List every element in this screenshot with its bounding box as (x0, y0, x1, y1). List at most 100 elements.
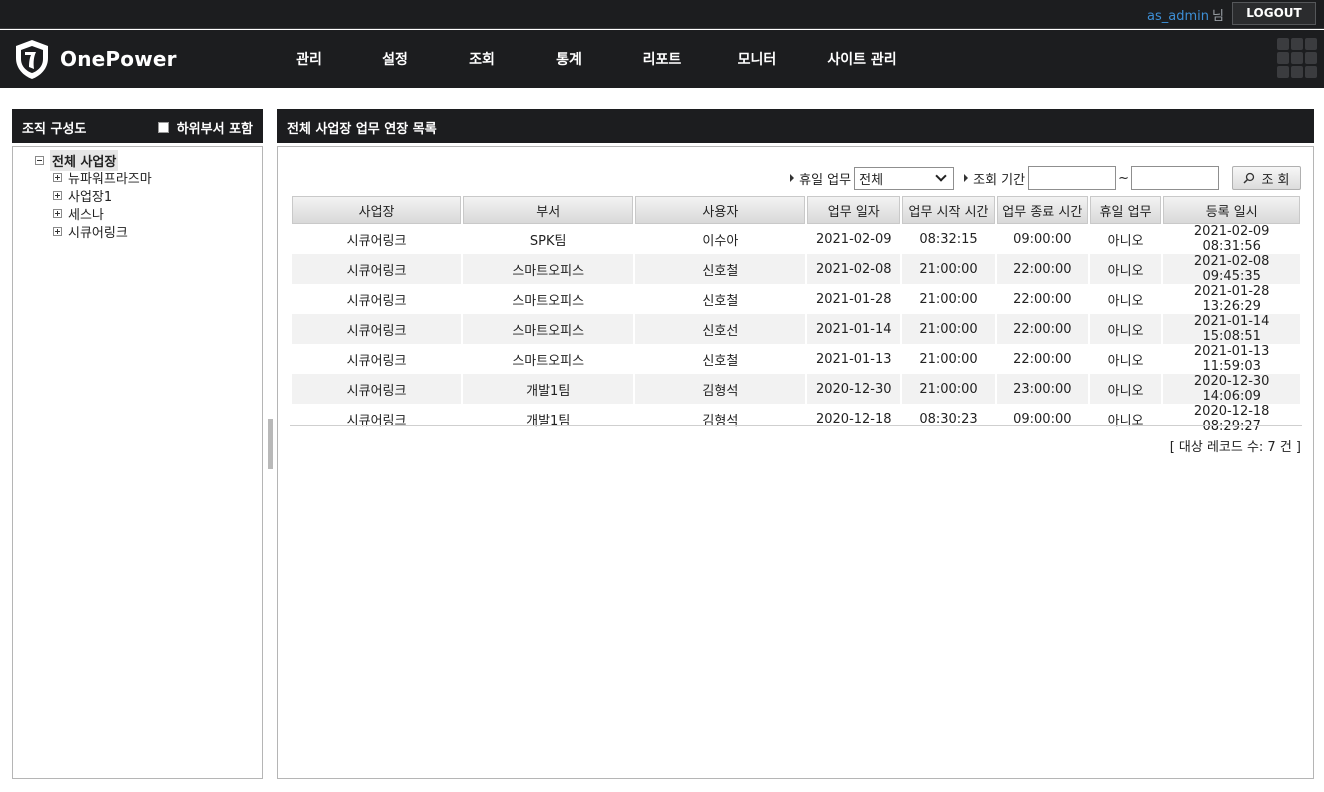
chevron-down-icon (935, 170, 947, 182)
column-header-user[interactable]: 사용자 (635, 196, 806, 224)
panel-splitter-handle[interactable] (268, 419, 273, 469)
cell-work-date: 2021-01-13 (815, 351, 892, 367)
main-nav: 관리 설정 조회 통계 리포트 모니터 사이트 관리 (270, 30, 918, 88)
cell-site: 시큐어링크 (346, 413, 407, 429)
cell-end-time: 22:00:00 (1013, 291, 1072, 307)
cell-end-time: 22:00:00 (996, 314, 1088, 344)
cell-registered: 2021-01-13 11:59:03 (1193, 344, 1270, 374)
cell-start-time: 21:00:00 (902, 314, 995, 344)
table-row[interactable]: 시큐어링크 스마트오피스 신호철 2021-01-28 21:00:00 22:… (292, 284, 1300, 314)
cell-user: 김형석 (635, 374, 806, 404)
cell-user: 신호철 (702, 293, 739, 309)
tree-node-label[interactable]: 사업장1 (68, 186, 112, 205)
column-header-registered[interactable]: 등록 일시 (1163, 196, 1300, 224)
logout-button[interactable]: LOGOUT (1232, 2, 1316, 25)
tree-node[interactable]: 세스나 (53, 204, 104, 223)
user-name-link[interactable]: as_admin 님 (1147, 5, 1224, 24)
cell-end-time: 23:00:00 (996, 374, 1088, 404)
cell-holiday: 아니오 (1089, 314, 1162, 344)
column-header-holiday[interactable]: 휴일 업무 (1089, 196, 1162, 224)
holiday-filter-select[interactable]: 전체 (854, 166, 955, 190)
holiday-filter-value: 전체 (859, 172, 884, 188)
cell-work-date: 2021-01-14 (807, 314, 901, 344)
cell-end-time: 09:00:00 (1013, 231, 1072, 247)
search-button-label: 조 회 (1261, 172, 1290, 188)
record-count: [ 대상 레코드 수: 7 건 ] (1169, 440, 1301, 455)
nav-lookup[interactable]: 조회 (442, 49, 522, 69)
cell-work-date: 2020-12-30 (807, 374, 901, 404)
cell-end-time: 09:00:00 (1013, 411, 1072, 427)
table-bottom-divider (290, 425, 1302, 426)
cell-start-time: 08:30:23 (919, 411, 978, 427)
nav-site-manage[interactable]: 사이트 관리 (806, 49, 918, 69)
search-button[interactable]: 조 회 (1232, 166, 1301, 190)
period-filter-label: 조회 기간 (973, 172, 1026, 188)
cell-department: 스마트오피스 (512, 353, 585, 369)
table-row[interactable]: 시큐어링크 스마트오피스 신호철 2021-01-13 21:00:00 22:… (292, 344, 1300, 374)
nav-report[interactable]: 리포트 (616, 49, 708, 69)
table-row[interactable]: 시큐어링크 개발1팀 김형석 2020-12-30 21:00:00 23:00… (292, 374, 1300, 404)
column-header-start-time[interactable]: 업무 시작 시간 (902, 196, 995, 224)
org-chart-header: 조직 구성도 하위부서 포함 (12, 109, 263, 143)
app-grid-icon[interactable] (1277, 38, 1317, 78)
user-suffix: 님 (1212, 9, 1224, 24)
cell-holiday: 아니오 (1107, 413, 1144, 429)
cell-registered: 2021-02-09 08:31:56 (1193, 224, 1270, 254)
tree-node[interactable]: 뉴파워프라즈마 (53, 168, 152, 187)
table-row[interactable]: 시큐어링크 스마트오피스 신호철 2021-02-08 21:00:00 22:… (292, 254, 1300, 284)
table-row[interactable]: 시큐어링크 개발1팀 김형석 2020-12-18 08:30:23 09:00… (292, 404, 1300, 434)
table-row[interactable]: 시큐어링크 SPK팀 이수아 2021-02-09 08:32:15 09:00… (292, 224, 1300, 254)
list-panel: 휴일 업무 전체 조회 기간 ~ 조 회 사업장 부서 사용자 업무 일자 업무… (277, 146, 1314, 779)
list-header: 전체 사업장 업무 연장 목록 (277, 109, 1314, 143)
column-header-work-date[interactable]: 업무 일자 (807, 196, 901, 224)
cell-end-time: 22:00:00 (996, 254, 1088, 284)
date-to-input[interactable] (1131, 166, 1219, 190)
date-from-input[interactable] (1028, 166, 1117, 190)
tree-node-label[interactable]: 세스나 (68, 204, 104, 223)
column-header-end-time[interactable]: 업무 종료 시간 (996, 196, 1088, 224)
cell-site: 시큐어링크 (346, 293, 407, 309)
cell-end-time: 22:00:00 (1013, 351, 1072, 367)
include-sub-dept-checkbox[interactable]: 하위부서 포함 (157, 118, 253, 137)
cell-holiday: 아니오 (1107, 353, 1144, 369)
nav-manage[interactable]: 관리 (270, 49, 348, 69)
cell-user: 신호철 (702, 353, 739, 369)
nav-statistics[interactable]: 통계 (522, 49, 616, 69)
filter-bar: 휴일 업무 전체 조회 기간 ~ 조 회 (790, 166, 1301, 190)
cell-department: 스마트오피스 (463, 254, 634, 284)
cell-user: 신호철 (635, 254, 806, 284)
cell-holiday: 아니오 (1089, 254, 1162, 284)
cell-registered: 2021-02-08 09:45:35 (1163, 254, 1300, 284)
column-header-department[interactable]: 부서 (463, 196, 634, 224)
checkbox-box[interactable] (157, 122, 169, 133)
main-header: OnePower 관리 설정 조회 통계 리포트 모니터 사이트 관리 (0, 30, 1324, 88)
cell-department: 개발1팀 (526, 413, 571, 429)
cell-department: SPK팀 (529, 233, 567, 249)
logo[interactable]: OnePower (12, 38, 177, 80)
cell-registered: 2021-01-14 15:08:51 (1163, 314, 1300, 344)
table-row[interactable]: 시큐어링크 스마트오피스 신호선 2021-01-14 21:00:00 22:… (292, 314, 1300, 344)
nav-monitor[interactable]: 모니터 (708, 49, 806, 69)
cell-site: 시큐어링크 (292, 374, 462, 404)
cell-department: 스마트오피스 (463, 314, 634, 344)
org-chart-title: 조직 구성도 (22, 122, 87, 137)
logo-text: OnePower (60, 47, 177, 71)
column-header-site[interactable]: 사업장 (292, 196, 462, 224)
table-header-row: 사업장 부서 사용자 업무 일자 업무 시작 시간 업무 종료 시간 휴일 업무… (292, 196, 1300, 224)
expand-icon[interactable] (53, 173, 62, 182)
collapse-icon[interactable] (35, 156, 44, 165)
tree-node[interactable]: 사업장1 (53, 186, 112, 205)
nav-settings[interactable]: 설정 (348, 49, 442, 69)
expand-icon[interactable] (53, 227, 62, 236)
holiday-filter-label: 휴일 업무 (799, 172, 852, 188)
tree-node[interactable]: 시큐어링크 (53, 222, 128, 241)
tree-node-label[interactable]: 뉴파워프라즈마 (68, 168, 152, 187)
expand-icon[interactable] (53, 209, 62, 218)
bullet-arrow-icon (790, 174, 795, 182)
cell-start-time: 21:00:00 (902, 374, 995, 404)
org-tree-panel: 전체 사업장 뉴파워프라즈마 사업장1 세스나 시큐어링크 (12, 146, 263, 779)
shield-logo-icon (16, 40, 48, 79)
expand-icon[interactable] (53, 191, 62, 200)
tree-node-label[interactable]: 시큐어링크 (68, 222, 128, 241)
cell-work-date: 2021-01-28 (815, 291, 892, 307)
